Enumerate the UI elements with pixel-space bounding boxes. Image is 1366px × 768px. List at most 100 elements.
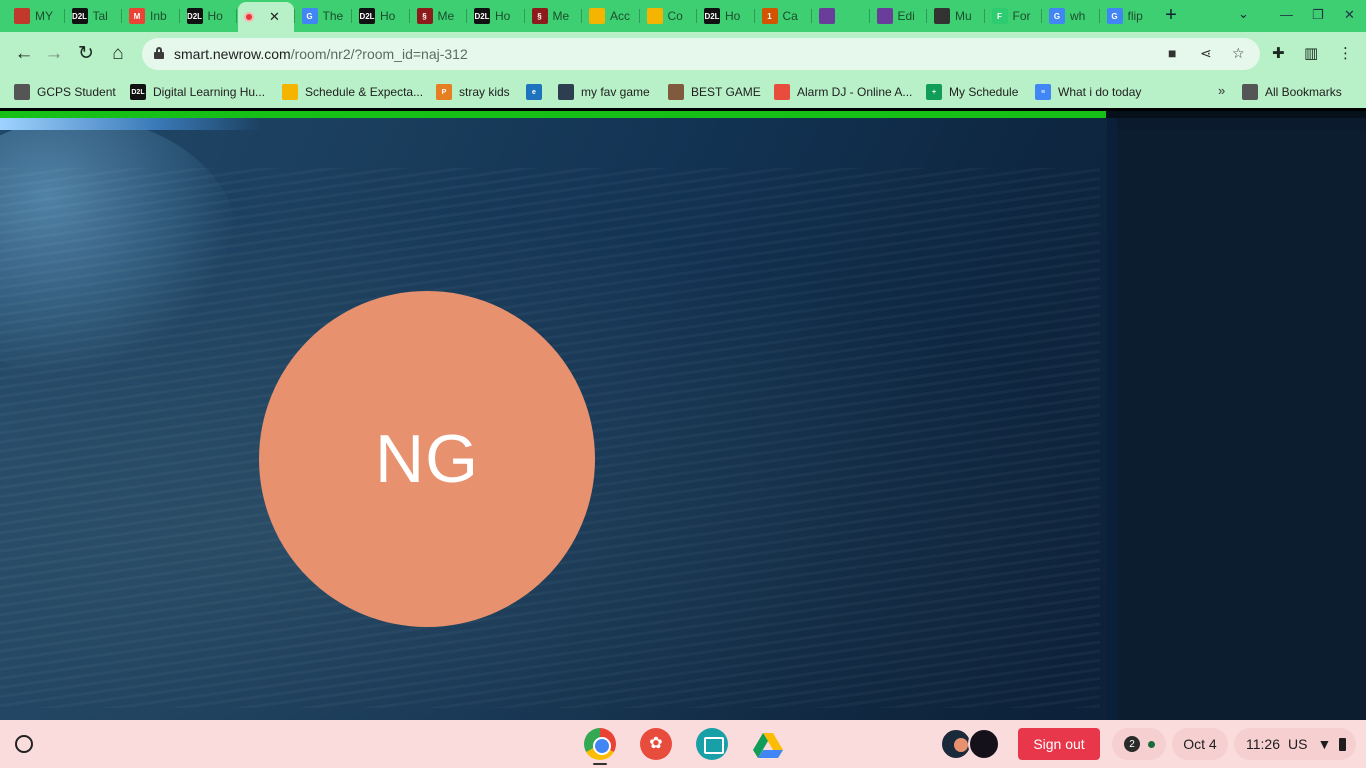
bookmark-favicon-icon: P bbox=[436, 84, 452, 100]
browser-tab[interactable]: Edi bbox=[871, 4, 927, 28]
bookmark-star-icon[interactable]: ☆ bbox=[1232, 45, 1245, 62]
tab-separator bbox=[868, 9, 870, 23]
browser-tab[interactable]: D2L Ho bbox=[353, 4, 409, 28]
tab-favicon-icon: § bbox=[416, 8, 433, 24]
browser-tab[interactable]: Gwh bbox=[1043, 4, 1099, 28]
sign-out-button[interactable]: Sign out bbox=[1018, 728, 1100, 760]
room-progress-track bbox=[1106, 111, 1366, 118]
date-tray[interactable]: Oct 4 bbox=[1172, 728, 1228, 760]
highlight-strip bbox=[0, 118, 260, 130]
browser-tab[interactable]: D2L Tal bbox=[66, 4, 122, 28]
browser-tab[interactable]: Mu bbox=[928, 4, 984, 28]
bookmark-favicon-icon bbox=[282, 84, 298, 100]
new-tab-button[interactable]: + bbox=[1160, 5, 1182, 27]
browser-tab[interactable]: § Me bbox=[411, 4, 467, 28]
bookmark-item[interactable]: e bbox=[526, 82, 549, 102]
browser-tab[interactable]: D2L Ho bbox=[468, 4, 524, 28]
close-window-icon[interactable]: ✕ bbox=[1344, 7, 1355, 23]
bookmark-item[interactable]: + My Schedule bbox=[926, 82, 1018, 102]
tab-title: Inb bbox=[150, 9, 167, 23]
tab-favicon-icon: D2L bbox=[704, 8, 720, 24]
tab-title: Ho bbox=[380, 9, 396, 23]
bookmark-favicon-icon bbox=[774, 84, 790, 100]
reload-icon[interactable]: ↻ bbox=[74, 42, 98, 66]
browser-tab[interactable]: 1 Ca bbox=[756, 4, 812, 28]
tab-separator bbox=[983, 9, 985, 23]
tab-favicon-icon: D2L bbox=[186, 8, 203, 24]
notification-pill[interactable]: 2 bbox=[1112, 728, 1166, 760]
battery-icon bbox=[1339, 737, 1347, 751]
browser-tab[interactable]: Acc bbox=[583, 4, 639, 28]
tab-favicon-icon: F bbox=[991, 8, 1008, 24]
address-bar[interactable]: smart.newrow.com/room/nr2/?room_id=naj-3… bbox=[142, 38, 1260, 70]
browser-tab[interactable] bbox=[813, 4, 869, 28]
tab-separator bbox=[121, 9, 122, 23]
bookmark-item[interactable]: Pstray kids bbox=[436, 82, 510, 102]
camera-in-use-icon[interactable]: ■ bbox=[1168, 45, 1176, 61]
tab-separator bbox=[811, 9, 812, 23]
room-side-panel bbox=[1107, 118, 1366, 720]
tab-search-icon[interactable]: ⌄ bbox=[1238, 6, 1249, 22]
tab-title: wh bbox=[1070, 9, 1086, 23]
bookmark-item[interactable]: BEST GAME bbox=[668, 82, 761, 102]
back-icon[interactable]: ← bbox=[12, 42, 36, 66]
tab-title: Mu bbox=[955, 9, 972, 23]
forward-icon[interactable]: → bbox=[42, 42, 66, 66]
browser-tab[interactable]: § Me bbox=[526, 4, 582, 28]
bookmark-item[interactable]: GCPS Student bbox=[14, 82, 116, 102]
drive-app-icon[interactable] bbox=[752, 728, 784, 760]
browser-tab[interactable]: Co bbox=[641, 4, 697, 28]
tab-favicon-icon: G bbox=[301, 8, 318, 24]
browser-tab[interactable]: Gflip bbox=[1101, 4, 1157, 28]
bookmark-item[interactable]: Schedule & Expecta... bbox=[282, 82, 423, 102]
url-text[interactable]: smart.newrow.com/room/nr2/?room_id=naj-3… bbox=[174, 46, 468, 62]
tab-favicon-icon: D2L bbox=[359, 8, 375, 24]
tray-avatars[interactable] bbox=[940, 728, 1008, 760]
tab-separator bbox=[926, 9, 927, 23]
tab-favicon-icon bbox=[244, 12, 254, 22]
side-panel-body bbox=[1117, 130, 1366, 720]
tab-separator bbox=[236, 9, 237, 23]
classroom-app-icon[interactable] bbox=[696, 728, 728, 760]
tab-separator bbox=[581, 9, 582, 23]
bookmark-item[interactable]: ≡ What i do today bbox=[1035, 82, 1141, 102]
minimize-icon[interactable]: — bbox=[1280, 7, 1293, 22]
home-icon[interactable]: ⌂ bbox=[106, 42, 130, 66]
share-icon[interactable]: ⋖ bbox=[1200, 45, 1212, 62]
tab-favicon-icon: D2L bbox=[474, 8, 490, 24]
bookmark-item[interactable]: Alarm DJ - Online A... bbox=[774, 82, 912, 102]
more-bookmarks-icon[interactable]: » bbox=[1218, 83, 1225, 98]
close-tab-icon[interactable]: ✕ bbox=[269, 9, 280, 25]
tab-favicon-icon: M bbox=[129, 8, 145, 24]
notification-count: 2 bbox=[1124, 736, 1140, 752]
tab-favicon-icon: G bbox=[1049, 8, 1065, 24]
browser-tab[interactable]: G The bbox=[296, 4, 352, 28]
bookmark-label: What i do today bbox=[1058, 85, 1142, 99]
paint-app-icon[interactable]: ✿ bbox=[640, 728, 672, 760]
browser-tab[interactable]: M Inb bbox=[123, 4, 179, 28]
browser-tab[interactable]: D2L Ho bbox=[698, 4, 754, 28]
bookmark-item[interactable]: D2L Digital Learning Hu... bbox=[130, 82, 265, 102]
tab-strip: MY D2L Tal M Inb D2L Ho ✕ G The D2L Ho § Me D2L Ho § Me Ac… bbox=[0, 0, 1366, 32]
status-tray[interactable]: 11:26 US ▼ bbox=[1234, 728, 1356, 760]
browser-tab[interactable]: ✕ bbox=[238, 2, 294, 32]
chrome-app-icon[interactable] bbox=[584, 728, 616, 760]
browser-tab[interactable]: D2L Ho bbox=[181, 4, 237, 28]
menu-icon[interactable]: ⋮ bbox=[1338, 44, 1353, 62]
tab-separator bbox=[293, 9, 295, 23]
tab-separator bbox=[1098, 9, 1100, 23]
browser-tab[interactable]: F For bbox=[986, 4, 1042, 28]
browser-tab[interactable]: MY bbox=[8, 4, 64, 28]
tray-avatar-secondary[interactable] bbox=[968, 728, 1000, 760]
restore-icon[interactable]: ❐ bbox=[1312, 7, 1324, 23]
launcher-icon[interactable] bbox=[15, 735, 33, 753]
tab-title: Tal bbox=[92, 9, 108, 23]
tab-separator bbox=[523, 9, 525, 23]
browser-toolbar: ← → ↻ ⌂ smart.newrow.com/room/nr2/?room_… bbox=[0, 32, 1366, 76]
lock-icon[interactable] bbox=[154, 47, 164, 59]
tab-separator bbox=[466, 9, 467, 23]
bookmark-item[interactable]: my fav game bbox=[558, 82, 650, 102]
side-panel-icon[interactable]: ▥ bbox=[1304, 44, 1318, 62]
all-bookmarks-folder[interactable]: All Bookmarks bbox=[1242, 82, 1342, 102]
extensions-icon[interactable]: ✚ bbox=[1272, 44, 1285, 62]
